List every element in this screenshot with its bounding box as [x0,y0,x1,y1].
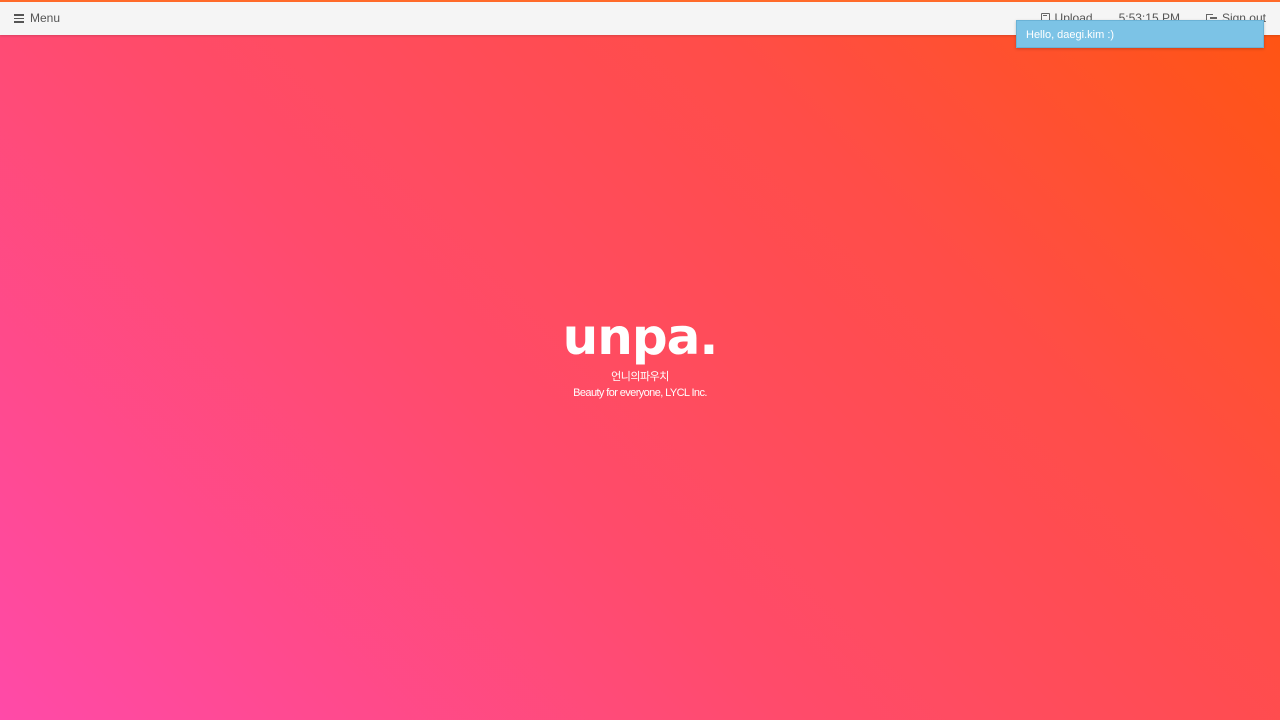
brand-center: unpa. 언니의파우치 Beauty for everyone, LYCL I… [0,308,1280,399]
unpa-logo: unpa. [562,308,719,366]
toast-message: Hello, daegi.kim :) [1026,29,1115,41]
korean-brand-name: 언니의파우치 [611,371,669,383]
hamburger-icon [14,14,24,23]
brand-tagline: Beauty for everyone, LYCL Inc. [573,387,707,399]
menu-button[interactable]: Menu [14,11,60,25]
menu-label: Menu [30,11,61,25]
greeting-toast[interactable]: Hello, daegi.kim :) [1016,20,1264,48]
